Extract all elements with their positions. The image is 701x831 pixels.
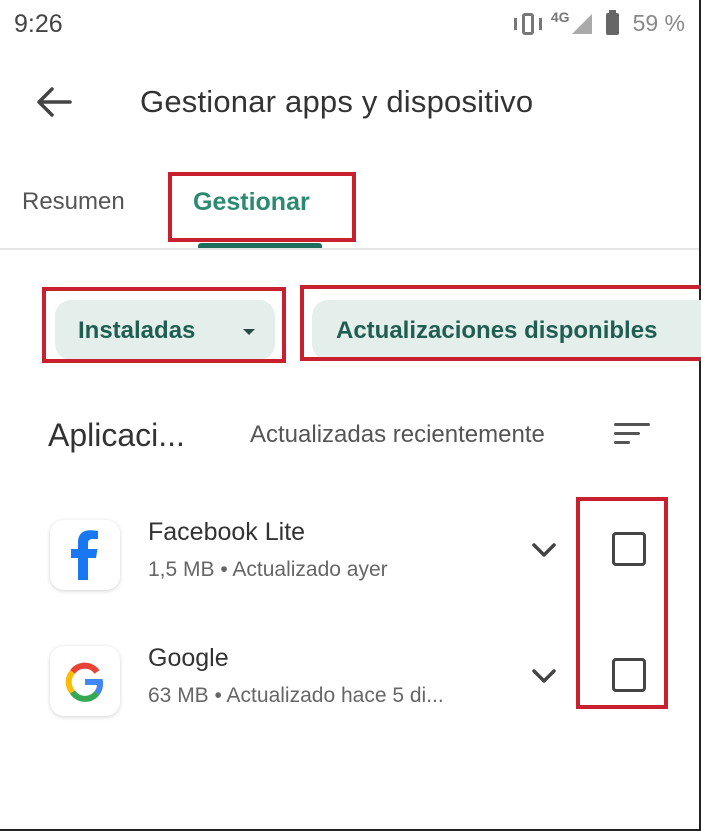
highlight-box-updates [300,285,701,361]
network-type: 4G [550,8,570,25]
sort-label[interactable]: Actualizadas recientemente [250,421,545,449]
tab-resumen[interactable]: Resumen [22,188,125,216]
sort-icon[interactable] [614,421,650,447]
signal-icon [571,13,592,34]
page-title: Gestionar apps y dispositivo [140,84,534,119]
highlight-box-installed [42,287,286,363]
chevron-down-icon[interactable] [530,540,558,560]
app-meta: 63 MB • Actualizado hace 5 di... [148,684,444,707]
status-time: 9:26 [14,10,63,38]
status-icons: 4G 59 % [513,8,685,37]
highlight-box-tab [168,172,356,242]
chevron-down-icon[interactable] [530,666,558,686]
app-name: Facebook Lite [148,518,306,546]
battery-icon [605,9,619,35]
facebook-icon [50,520,120,590]
battery-percent: 59 % [632,10,685,36]
app-name: Google [148,644,229,672]
arrow-left-icon[interactable] [36,86,72,118]
vibrate-icon [513,11,543,37]
google-icon [50,646,120,716]
tabs-divider [0,248,699,250]
section-title: Aplicaci... [48,417,185,453]
status-bar: 9:26 4G 59 % [0,0,699,50]
highlight-box-checkboxes [576,497,668,709]
app-meta: 1,5 MB • Actualizado ayer [148,558,388,581]
